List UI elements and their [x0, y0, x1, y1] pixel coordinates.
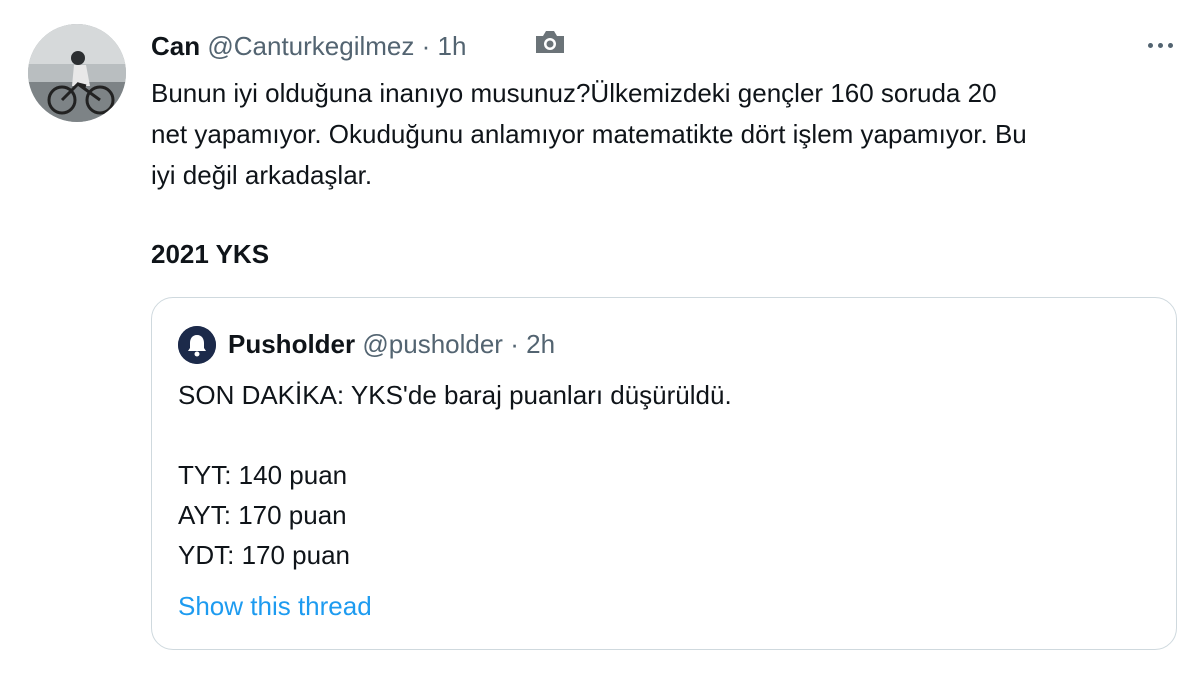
tweet-text: Bunun iyi olduğuna inanıyo musunuz?Ülkem…	[151, 73, 1191, 196]
display-name[interactable]: Can	[151, 31, 200, 61]
quoted-headline: SON DAKİKA: YKS'de baraj puanları düşürü…	[178, 380, 732, 410]
quoted-text-line: AYT: 170 puan	[178, 500, 347, 530]
pusholder-bell-logo[interactable]	[178, 326, 216, 364]
quoted-text-line: YDT: 170 puan	[178, 540, 351, 570]
tweet-text-line: iyi değil arkadaşlar.	[151, 160, 373, 190]
separator-dot: ·	[421, 31, 431, 61]
tweet-bold-text: 2021 YKS	[151, 239, 270, 269]
quoted-tweet-time[interactable]: 2h	[526, 329, 555, 359]
tweet-text-line: Bunun iyi olduğuna inanıyo musunuz?Ülkem…	[151, 78, 997, 108]
avatar[interactable]	[28, 24, 126, 122]
camera-icon	[533, 28, 567, 56]
quoted-user-handle[interactable]: @pusholder	[362, 329, 503, 359]
show-thread-link[interactable]: Show this thread	[178, 586, 372, 626]
tweet-text-line: net yapamıyor. Okuduğunu anlamıyor matem…	[151, 119, 1027, 149]
quoted-tweet-text: SON DAKİKA: YKS'de baraj puanları düşürü…	[178, 375, 732, 575]
user-handle[interactable]: @Canturkegilmez	[207, 31, 414, 61]
quoted-display-name[interactable]: Pusholder	[228, 329, 355, 359]
tweet-time[interactable]: 1h	[438, 31, 467, 61]
quoted-text-line: TYT: 140 puan	[178, 460, 348, 490]
quoted-tweet-header: Pusholder @pusholder · 2h	[228, 328, 555, 360]
tweet[interactable]: Can @Canturkegilmez · 1h Bunun iyi olduğ…	[0, 0, 1200, 675]
more-options-icon[interactable]	[1140, 30, 1180, 60]
tweet-header: Can @Canturkegilmez · 1h	[151, 30, 466, 62]
separator-dot: ·	[510, 329, 519, 359]
quoted-tweet[interactable]: Pusholder @pusholder · 2h SON DAKİKA: YK…	[151, 297, 1177, 650]
